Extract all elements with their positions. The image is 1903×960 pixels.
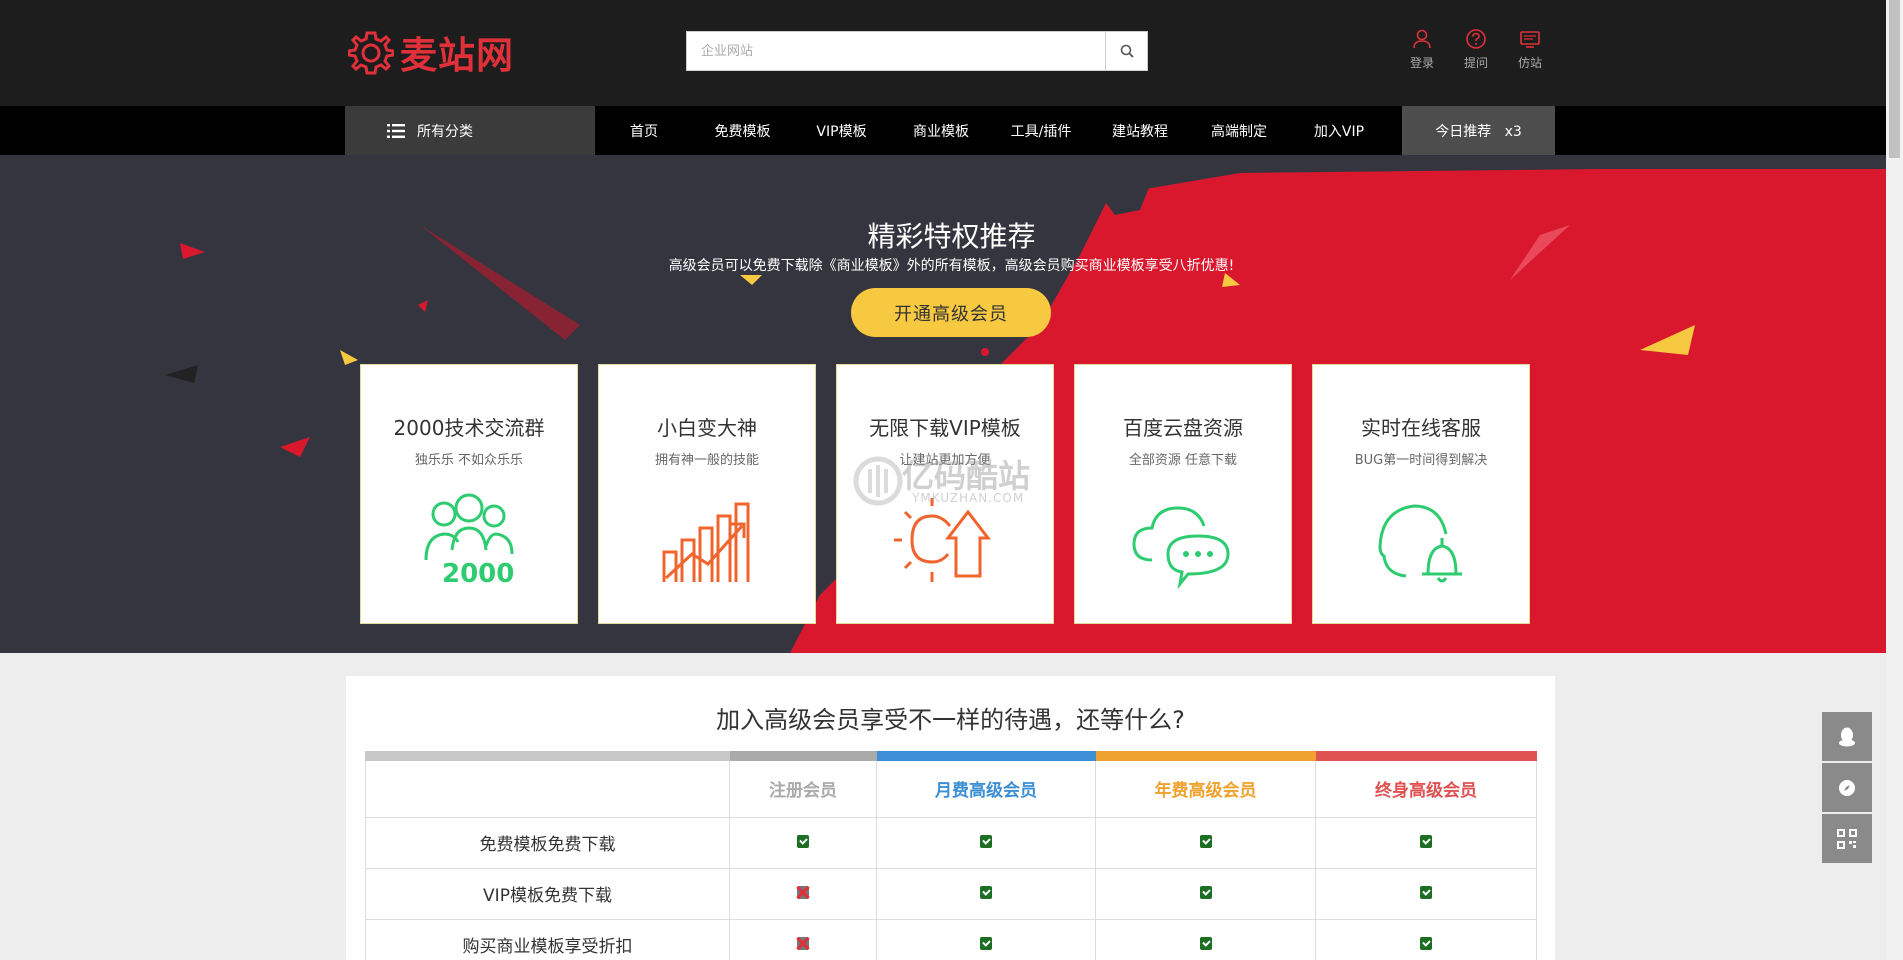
check-icon: [1199, 834, 1212, 848]
cloud-chat-icon: [1132, 506, 1230, 590]
check-icon: [980, 936, 992, 950]
nav-item-custom-build[interactable]: 高端制定: [1189, 106, 1289, 155]
card-title: 百度云盘资源: [1123, 416, 1243, 440]
user-icon: [1413, 29, 1431, 49]
hero-title: 精彩特权推荐: [867, 220, 1036, 253]
login-label: 登录: [1409, 56, 1434, 70]
table-header-empty: [365, 751, 730, 818]
list-icon: [387, 123, 405, 138]
nav-item-free-templates[interactable]: 免费模板: [693, 106, 792, 155]
all-categories-label: 所有分类: [417, 123, 473, 140]
table-row: 购买商业模板享受折扣: [365, 918, 1537, 960]
qr-code-icon: [1837, 828, 1857, 849]
nav-item-vip-templates[interactable]: VIP模板: [792, 106, 891, 155]
privilege-hero: 精彩特权推荐 高级会员可以免费下载除《商业模板》外的所有模板，高级会员购买商业模…: [0, 155, 1903, 653]
check-icon: [980, 834, 992, 848]
card-title: 2000技术交流群: [393, 416, 545, 440]
table-row: VIP模板免费下载: [365, 867, 1537, 920]
feature-name: 免费模板免费下载: [365, 816, 730, 869]
user-tools: 登录 提问 仿站: [1406, 28, 1546, 71]
privilege-card[interactable]: 小白变大神 拥有神一般的技能: [598, 364, 816, 624]
col-yearly-vip: 年费高级会员: [1095, 751, 1316, 818]
compass-icon: [1839, 779, 1855, 796]
nav-item-join-vip[interactable]: 加入VIP: [1289, 106, 1389, 155]
search-icon: [1120, 44, 1134, 58]
watermark-subtext: YMKUZHAN.COM: [912, 491, 1025, 505]
search-input[interactable]: [687, 32, 1105, 70]
logo-text: 麦站网: [400, 34, 514, 77]
privilege-card[interactable]: 实时在线客服 BUG第一时间得到解决: [1312, 364, 1530, 624]
search-button[interactable]: [1105, 32, 1147, 70]
today-recommend-button[interactable]: 今日推荐 x3: [1402, 106, 1555, 155]
gear-logo-icon: [348, 31, 394, 75]
qq-contact-button[interactable]: [1822, 712, 1872, 761]
nav-items: 首页 免费模板 VIP模板 商业模板 工具/插件 建站教程 高端制定 加入VIP: [595, 106, 1389, 155]
feedback-button[interactable]: [1822, 763, 1872, 812]
growth-chart-icon: [662, 502, 750, 582]
qr-code-button[interactable]: [1822, 814, 1872, 863]
main-nav: 所有分类 首页 免费模板 VIP模板 商业模板 工具/插件 建站教程 高端制定 …: [0, 106, 1903, 155]
card-subtitle: 拥有神一般的技能: [654, 453, 759, 468]
support-bell-icon: [1378, 504, 1462, 583]
search-box: [686, 31, 1148, 71]
privilege-card[interactable]: 2000技术交流群 独乐乐 不如众乐乐 2000: [360, 364, 578, 624]
nav-item-tutorials[interactable]: 建站教程: [1091, 106, 1189, 155]
all-categories-button[interactable]: 所有分类: [345, 106, 595, 155]
qq-icon: [1839, 727, 1855, 746]
col-registered-member: 注册会员: [729, 751, 877, 818]
clone-site-label: 仿站: [1517, 56, 1542, 70]
site-logo[interactable]: 麦站网: [348, 27, 514, 77]
card-title: 小白变大神: [657, 416, 757, 440]
feature-name: 购买商业模板享受折扣: [365, 918, 730, 960]
open-vip-button[interactable]: 开通高级会员: [851, 288, 1051, 337]
col-lifetime-vip: 终身高级会员: [1315, 751, 1537, 818]
check-icon: [1420, 936, 1432, 950]
group-2000-icon: 2000: [424, 493, 514, 589]
table-row: 免费模板免费下载: [365, 816, 1537, 869]
card-subtitle: 独乐乐 不如众乐乐: [414, 453, 524, 468]
membership-compare-table: 注册会员 月费高级会员 年费高级会员 终身高级会员 免费模板免费下载 VIP模板…: [365, 751, 1537, 960]
privilege-card[interactable]: 百度云盘资源 全部资源 任意下载: [1074, 364, 1292, 624]
ask-label: 提问: [1463, 56, 1488, 70]
card-title: 实时在线客服: [1361, 416, 1481, 440]
ask-button[interactable]: 提问: [1460, 28, 1492, 71]
check-icon: [1199, 936, 1212, 950]
check-icon: [1420, 834, 1432, 848]
floating-toolbar: [1822, 712, 1872, 865]
card-title: 无限下载VIP模板: [869, 416, 1021, 440]
cross-icon: [797, 885, 809, 899]
svg-text:2000: 2000: [442, 559, 514, 589]
compare-title: 加入高级会员享受不一样的待遇，还等什么?: [716, 706, 1185, 734]
monitor-icon: [1520, 31, 1540, 48]
card-subtitle: 全部资源 任意下载: [1128, 453, 1238, 468]
nav-item-tools-plugins[interactable]: 工具/插件: [991, 106, 1091, 155]
card-subtitle: BUG第一时间得到解决: [1354, 453, 1488, 468]
table-header-row: 注册会员 月费高级会员 年费高级会员 终身高级会员: [365, 751, 1537, 818]
top-header: 麦站网 登录 提问: [0, 0, 1903, 106]
nav-item-home[interactable]: 首页: [595, 106, 693, 155]
nav-item-commercial-templates[interactable]: 商业模板: [891, 106, 991, 155]
login-button[interactable]: 登录: [1406, 28, 1438, 71]
check-icon: [797, 834, 809, 848]
check-icon: [980, 885, 992, 899]
question-icon: [1466, 29, 1486, 49]
col-monthly-vip: 月费高级会员: [876, 751, 1096, 818]
cross-icon: [797, 936, 809, 950]
scrollbar-thumb[interactable]: [1889, 0, 1900, 158]
membership-compare-panel: 加入高级会员享受不一样的待遇，还等什么? 注册会员 月费高级会员 年费高级会员 …: [346, 676, 1555, 960]
feature-name: VIP模板免费下载: [365, 867, 730, 920]
clone-site-button[interactable]: 仿站: [1514, 28, 1546, 71]
hero-subtitle: 高级会员可以免费下载除《商业模板》外的所有模板，高级会员购买商业模板享受八折优惠…: [668, 258, 1235, 274]
check-icon: [1199, 885, 1212, 899]
check-icon: [1420, 885, 1432, 899]
